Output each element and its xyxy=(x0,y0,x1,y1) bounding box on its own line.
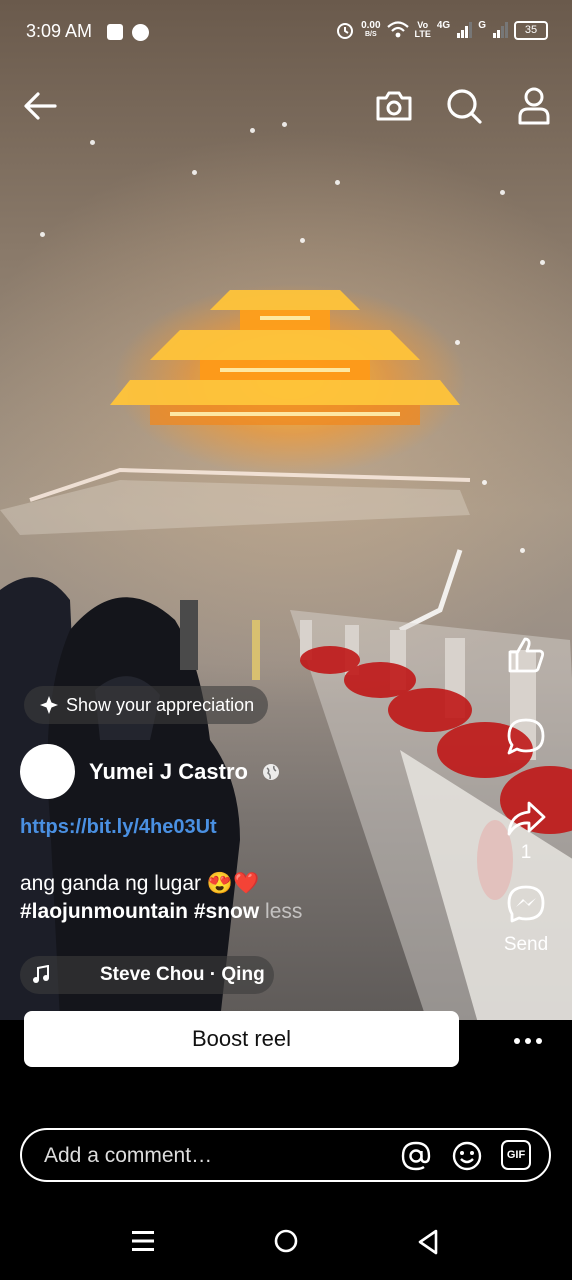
back-icon[interactable] xyxy=(417,1229,439,1255)
recents-icon[interactable] xyxy=(131,1230,155,1252)
status-indicators: 0.00 B/S Vo LTE 4G G 35 xyxy=(335,20,548,40)
back-arrow-icon xyxy=(24,92,57,120)
profile-icon xyxy=(518,87,550,125)
signal-icon-2 xyxy=(493,22,508,38)
volte-indicator: Vo LTE xyxy=(415,21,431,39)
music-pill[interactable]: Steve Chou · Qing xyxy=(20,956,274,994)
gif-label: GIF xyxy=(506,1149,526,1161)
more-options-button[interactable] xyxy=(514,1038,542,1044)
boost-label: Boost reel xyxy=(191,1026,292,1051)
gif-icon[interactable]: GIF xyxy=(501,1140,531,1170)
author-name[interactable]: Yumei J Castro xyxy=(89,759,248,785)
emoji-icon[interactable] xyxy=(451,1140,483,1172)
search-button[interactable] xyxy=(442,84,486,128)
status-bar: 3:09 AM 0.00 B/S Vo LTE 4G G 35 xyxy=(0,0,572,64)
send-button[interactable]: Send xyxy=(504,884,548,956)
caption-text: ang ganda ng lugar 😍❤️ xyxy=(20,872,260,895)
caption-hashtags[interactable]: #laojunmountain #snow xyxy=(20,900,259,923)
status-time: 3:09 AM xyxy=(26,21,93,41)
camera-button[interactable] xyxy=(372,84,416,128)
boost-reel-button[interactable]: Boost reel xyxy=(24,1011,459,1067)
music-track: Steve Chou · Qing xyxy=(100,964,265,985)
side-actions: 1 Send xyxy=(498,630,554,956)
share-count: 1 xyxy=(520,842,532,863)
alarm-icon xyxy=(337,23,354,39)
less-toggle[interactable]: less xyxy=(265,900,302,923)
wifi-icon xyxy=(386,21,409,38)
battery-level: 35 xyxy=(524,23,538,36)
net-speed-unit: B/S xyxy=(364,31,377,38)
square-icon xyxy=(107,24,123,40)
mention-icon[interactable] xyxy=(400,1140,432,1172)
sparkle-star-icon xyxy=(40,696,58,714)
send-label: Send xyxy=(503,934,549,955)
temple-illustration xyxy=(110,290,460,425)
messenger-icon xyxy=(507,885,545,923)
search-icon xyxy=(447,89,482,124)
back-button[interactable] xyxy=(18,84,62,128)
battery-icon: 35 xyxy=(514,20,548,40)
appreciation-label: Show your appreciation xyxy=(66,694,255,715)
avatar[interactable] xyxy=(20,744,75,799)
reel-video[interactable] xyxy=(0,0,572,1020)
show-appreciation-button[interactable]: Show your appreciation xyxy=(24,686,269,724)
music-note-icon xyxy=(20,965,62,985)
reel-top-bar xyxy=(0,78,572,134)
network-g: G xyxy=(478,20,486,31)
share-button[interactable]: 1 xyxy=(506,800,546,864)
system-nav-bar xyxy=(0,1200,572,1280)
more-dot xyxy=(514,1038,520,1044)
more-dot xyxy=(525,1038,531,1044)
dot-icon xyxy=(132,24,149,41)
comment-box[interactable]: GIF xyxy=(20,1128,551,1182)
comment-input[interactable] xyxy=(42,1130,386,1182)
home-icon[interactable] xyxy=(274,1229,298,1253)
like-button[interactable] xyxy=(506,635,546,675)
volte-bottom: LTE xyxy=(414,29,431,39)
caption-link[interactable]: https://bit.ly/4he03Ut xyxy=(20,816,217,839)
comment-icon xyxy=(507,718,545,755)
more-dot xyxy=(536,1038,542,1044)
reel-author[interactable]: Yumei J Castro xyxy=(20,744,280,799)
boost-row: Boost reel xyxy=(0,1011,572,1108)
globe-icon xyxy=(262,763,279,780)
share-icon xyxy=(507,801,546,836)
camera-icon xyxy=(376,91,412,121)
comment-button[interactable] xyxy=(506,717,546,757)
signal-icon xyxy=(457,22,473,38)
profile-button[interactable] xyxy=(512,84,556,128)
comment-area: GIF xyxy=(0,1108,572,1200)
like-icon xyxy=(508,637,545,673)
reel-caption[interactable]: ang ganda ng lugar 😍❤️ #laojunmountain #… xyxy=(20,870,302,926)
net-speed-value: 0.00 xyxy=(361,20,381,31)
network-4g: 4G xyxy=(436,20,451,31)
net-speed: 0.00 B/S xyxy=(361,21,380,39)
